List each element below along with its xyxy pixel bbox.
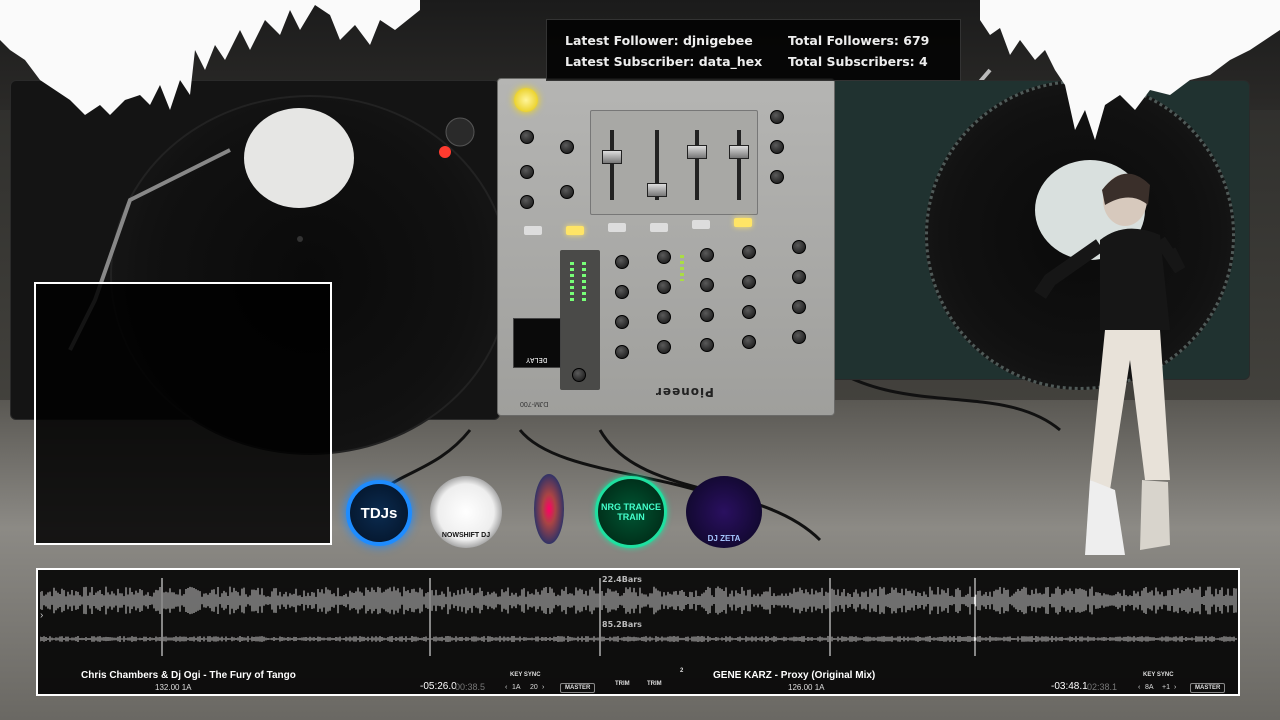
webcam-frame [34, 282, 332, 545]
eq-knob[interactable] [742, 305, 756, 319]
effects-knob[interactable] [792, 300, 806, 314]
chevron-right-icon[interactable]: › [40, 610, 43, 621]
chevron-left-icon[interactable]: ‹ [505, 684, 507, 691]
owl-logo: NOWSHIFT DJ [430, 476, 502, 548]
channel-fader[interactable] [602, 150, 622, 164]
eq-knob[interactable] [742, 245, 756, 259]
cue-lamp[interactable] [608, 223, 626, 232]
eq-knob[interactable] [742, 335, 756, 349]
effects-knob[interactable] [792, 330, 806, 344]
deck-a-master-button[interactable]: MASTER [560, 683, 596, 693]
deck-a-track-title: Chris Chambers & Dj Ogi - The Fury of Ta… [81, 670, 296, 681]
deck-b-master-button[interactable]: MASTER [1190, 683, 1226, 693]
cue-lamp[interactable] [566, 226, 584, 235]
mixer-knob[interactable] [770, 170, 784, 184]
deck-b-bpm-key: 126.00 1A [788, 683, 825, 692]
deck-b-pitch-range[interactable]: +1 [1162, 684, 1170, 691]
crossfader-knob[interactable] [572, 368, 586, 382]
deck-a-trim-label[interactable]: TRIM [615, 681, 630, 687]
zeta-logo: DJ ZETA [686, 476, 762, 548]
nrg-logo: NRG TRANCE TRAIN [595, 476, 667, 548]
eq-knob[interactable] [615, 315, 629, 329]
mixer-knob[interactable] [560, 140, 574, 154]
deck-b-trim-label[interactable]: TRIM [647, 681, 662, 687]
mixer-knob[interactable] [520, 130, 534, 144]
eq-knob[interactable] [700, 248, 714, 262]
eq-knob[interactable] [700, 278, 714, 292]
delay-label: DELAY [526, 356, 548, 364]
channel-fader[interactable] [647, 183, 667, 197]
total-followers: Total Followers: 679 [788, 33, 930, 48]
deck-a-pitch-range[interactable]: 20 [530, 684, 538, 691]
eq-knob[interactable] [615, 255, 629, 269]
mixer-knob[interactable] [560, 185, 574, 199]
stream-stats-panel: Latest Follower: djnigebee Total Followe… [546, 19, 961, 81]
eq-knob[interactable] [700, 308, 714, 322]
cue-lamp[interactable] [734, 218, 752, 227]
cue-lamp[interactable] [650, 223, 668, 232]
channel-fader[interactable] [687, 145, 707, 159]
vu-meter [570, 262, 574, 302]
channel-fader-track [737, 130, 741, 200]
channel-fader[interactable] [729, 145, 749, 159]
audio-spectrum-right [980, 0, 1280, 140]
mixer-knob[interactable] [520, 165, 534, 179]
cue-lamp[interactable] [524, 226, 542, 235]
chevron-left-icon[interactable]: ‹ [1138, 684, 1140, 691]
mixer-model: DJM-700 [520, 400, 549, 407]
deck-b-track-title: GENE KARZ - Proxy (Original Mix) [713, 670, 876, 681]
eq-knob[interactable] [615, 285, 629, 299]
lower-bars-readout: 85.2Bars [602, 620, 642, 629]
mixer-knob[interactable] [520, 195, 534, 209]
effects-knob[interactable] [792, 240, 806, 254]
sponsor-logos: TDJs NOWSHIFT DJ NRG TRANCE TRAIN DJ ZET… [340, 474, 770, 552]
deck-progress-line [36, 694, 416, 696]
eq-knob[interactable] [657, 340, 671, 354]
deck-b-time-remaining: -03:48.1 [1051, 681, 1088, 692]
deck-b-key-sync-label: KEY SYNC [1143, 672, 1174, 678]
latest-subscriber: Latest Subscriber: data_hex [565, 54, 763, 69]
eq-knob[interactable] [742, 275, 756, 289]
eq-knob[interactable] [615, 345, 629, 359]
vu-meter [680, 255, 684, 281]
mixer-knob[interactable] [770, 110, 784, 124]
deck-a-bpm-key: 132.00 1A [155, 683, 192, 692]
deck-a-key-value[interactable]: 1A [512, 684, 521, 691]
channel-fader-track [610, 130, 614, 200]
effects-knob[interactable] [792, 270, 806, 284]
audio-spectrum-left [0, 0, 420, 115]
deck-b-number: 2 [680, 668, 684, 674]
eq-knob[interactable] [700, 338, 714, 352]
cue-lamp[interactable] [692, 220, 710, 229]
vu-meter [582, 262, 586, 302]
eq-knob[interactable] [657, 310, 671, 324]
mixer-knob[interactable] [770, 140, 784, 154]
upper-waveform[interactable] [40, 578, 1238, 623]
power-button[interactable] [514, 88, 538, 112]
mixer-brand-logo: Pioneer [655, 385, 714, 399]
total-subscribers: Total Subscribers: 4 [788, 54, 928, 69]
orb-logo [534, 474, 564, 544]
effect-display: DELAY [513, 318, 561, 368]
eq-knob[interactable] [657, 250, 671, 264]
eq-knob[interactable] [657, 280, 671, 294]
chevron-right-icon[interactable]: › [1174, 684, 1176, 691]
dancing-avatar [1034, 173, 1186, 555]
deck-a-time-remaining: -05:26.0 [420, 681, 457, 692]
channel-fader-track [695, 130, 699, 200]
chevron-right-icon[interactable]: › [542, 684, 544, 691]
upper-bars-readout: 22.4Bars [602, 575, 642, 584]
deck-b-key-value[interactable]: 8A [1145, 684, 1154, 691]
deck-b-time-elapsed: 02:38.1 [1087, 682, 1118, 692]
deck-a-time-elapsed: 00:38.5 [455, 682, 486, 692]
deck-a-key-sync-label: KEY SYNC [510, 672, 541, 678]
tdj-logo: TDJs [346, 480, 412, 546]
latest-follower: Latest Follower: djnigebee [565, 33, 753, 48]
